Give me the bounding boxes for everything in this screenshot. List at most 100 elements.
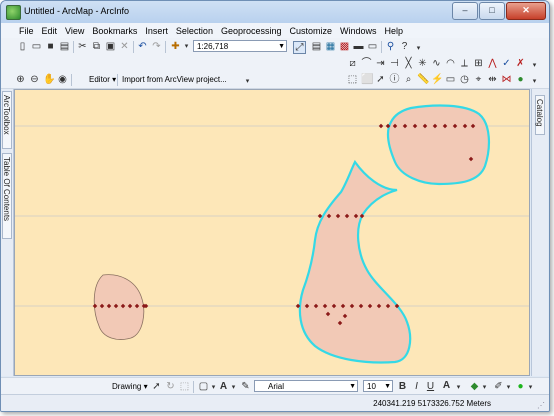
catalog-tab[interactable]: Catalog (535, 95, 545, 135)
line-color-dropdown-icon[interactable]: ▾ (503, 382, 514, 393)
node-tool-icon[interactable]: ● (515, 74, 526, 85)
select-elements-icon[interactable]: ➚ (375, 74, 386, 85)
delete-icon[interactable]: ✕ (119, 41, 130, 52)
menu-insert[interactable]: Insert (141, 26, 172, 36)
trim-icon[interactable]: ⊣ (389, 58, 400, 69)
right-dock: Catalog (531, 89, 548, 376)
time-slider-icon[interactable]: ◷ (459, 74, 470, 85)
add-data-dropdown-icon[interactable]: ▾ (181, 41, 192, 52)
toolbar-options-icon[interactable]: ▾ (529, 60, 540, 71)
save-icon[interactable]: ■ (45, 41, 56, 52)
hyperlink-icon[interactable]: ⚡ (431, 74, 443, 85)
toolbar-options-icon[interactable]: ▾ (413, 43, 424, 54)
go-to-xy-icon[interactable]: ⌖ (473, 74, 484, 85)
maximize-button[interactable]: □ (479, 2, 505, 20)
html-popup-icon[interactable]: ▭ (445, 74, 456, 85)
zoom-out-icon[interactable]: ⊖ (29, 74, 40, 85)
zoom-in-icon[interactable]: ⊕ (15, 74, 26, 85)
align-edge-icon[interactable]: ⟂ (459, 58, 470, 69)
menu-customize[interactable]: Customize (286, 26, 337, 36)
swipe-icon[interactable]: ⇹ (487, 74, 498, 85)
italic-button[interactable]: I (411, 381, 422, 392)
network-analyst-icon[interactable]: ⋈ (501, 74, 512, 85)
font-color-button[interactable]: A (441, 380, 452, 391)
close-button[interactable]: ✕ (506, 2, 546, 20)
minimize-button[interactable]: – (452, 2, 478, 20)
catalog-icon[interactable]: ▦ (325, 41, 336, 52)
select-elements-icon[interactable]: ➚ (151, 381, 162, 392)
validate-topology-icon[interactable]: ✓ (501, 58, 512, 69)
full-extent-icon[interactable]: ◉ (57, 74, 68, 85)
toolbar-separator (381, 41, 382, 53)
font-size-combo[interactable]: 10 ▼ (363, 380, 393, 392)
fill-color-dropdown-icon[interactable]: ▾ (479, 382, 490, 393)
menu-geoprocessing[interactable]: Geoprocessing (217, 26, 286, 36)
print-icon[interactable]: ▤ (59, 41, 70, 52)
import-arcview-project-button[interactable]: Import from ArcView project... (122, 74, 227, 86)
zoom-whole-page-icon[interactable]: ⬚ (179, 381, 190, 392)
generalize-icon[interactable]: ∿ (431, 58, 442, 69)
construct-features-icon[interactable]: ⊞ (473, 58, 484, 69)
what-is-this-icon[interactable]: ? (399, 41, 410, 52)
edit-vertices-icon[interactable]: ✎ (240, 381, 251, 392)
map-canvas[interactable] (15, 90, 530, 376)
map-scale-value: 1:26,718 (197, 42, 229, 51)
model-builder-icon[interactable]: ▭ (367, 41, 378, 52)
find-icon[interactable]: ⌕ (403, 74, 414, 85)
open-folder-icon[interactable]: ▭ (31, 41, 42, 52)
paste-icon[interactable]: ▣ (105, 41, 116, 52)
font-name-combo[interactable]: Arial ▼ (254, 380, 358, 392)
identify-icon[interactable]: ⓘ (389, 74, 400, 85)
toolbar-separator (73, 41, 74, 53)
marker-color-dropdown-icon[interactable]: ▾ (525, 382, 536, 393)
measure-icon[interactable]: 📏 (417, 74, 429, 85)
menu-edit[interactable]: Edit (38, 26, 62, 36)
editing-toolbar-icon[interactable]: ⚲ (385, 41, 396, 52)
font-color-dropdown-icon[interactable]: ▾ (453, 382, 464, 393)
menu-file[interactable]: File (15, 26, 38, 36)
arctoolbox-icon[interactable]: ▩ (339, 41, 350, 52)
smooth-icon[interactable]: ◠ (445, 58, 456, 69)
map-scale-combo[interactable]: 1:26,718 ▼ (193, 40, 287, 52)
vertex-marker[interactable] (378, 123, 384, 129)
menu-bookmarks[interactable]: Bookmarks (88, 26, 141, 36)
table-of-contents-tab[interactable]: Table Of Contents (2, 153, 12, 239)
toolbar-options-icon[interactable]: ▾ (529, 76, 540, 87)
table-of-contents-icon[interactable]: ▤ (311, 41, 322, 52)
fillet-icon[interactable]: ⌒ (361, 58, 372, 69)
clear-selection-icon[interactable]: ⬜ (361, 74, 373, 85)
new-document-icon[interactable]: ▯ (17, 41, 28, 52)
text-tool-dropdown-icon[interactable]: ▾ (228, 382, 239, 393)
line-intersection-icon[interactable]: ╳ (403, 58, 414, 69)
python-window-icon[interactable]: ▬ (353, 41, 364, 52)
map-display[interactable] (14, 89, 530, 376)
add-data-icon[interactable]: ✚ (170, 41, 181, 52)
left-dock: ArcToolbox Table Of Contents (1, 89, 14, 376)
cut-icon[interactable]: ✂ (77, 41, 88, 52)
editor-toolbar-icon[interactable]: ⤢ (293, 41, 306, 54)
toolbar-options-icon[interactable]: ▾ (242, 76, 253, 87)
undo-icon[interactable]: ↶ (137, 41, 148, 52)
resize-grip-icon[interactable]: ⋰ (537, 401, 547, 411)
rotate-icon[interactable]: ↻ (165, 381, 176, 392)
copy-icon[interactable]: ⧉ (91, 41, 102, 52)
editor-menu-button[interactable]: Editor ▾ (89, 74, 116, 86)
select-features-icon[interactable]: ⬚ (347, 74, 358, 85)
menu-view[interactable]: View (61, 26, 88, 36)
copy-parallel-icon[interactable]: ⧄ (347, 58, 358, 69)
underline-button[interactable]: U (425, 381, 436, 392)
error-inspector-icon[interactable]: ✗ (515, 58, 526, 69)
arctoolbox-tab[interactable]: ArcToolbox (2, 91, 12, 149)
menu-windows[interactable]: Windows (336, 26, 381, 36)
menu-selection[interactable]: Selection (172, 26, 217, 36)
extend-icon[interactable]: ⇥ (375, 58, 386, 69)
explode-icon[interactable]: ✳ (417, 58, 428, 69)
tools-toolbar: ⊕ ⊖ ✋ ◉ Editor ▾ Import from ArcView pro… (1, 71, 549, 89)
menu-help[interactable]: Help (381, 26, 408, 36)
redo-icon[interactable]: ↷ (151, 41, 162, 52)
drawing-menu-button[interactable]: Drawing ▾ (112, 381, 148, 393)
pan-icon[interactable]: ✋ (43, 74, 55, 85)
title-bar[interactable]: Untitled - ArcMap - ArcInfo – □ ✕ (1, 1, 549, 23)
topology-icon[interactable]: ⋀ (487, 58, 498, 69)
bold-button[interactable]: B (397, 381, 408, 392)
